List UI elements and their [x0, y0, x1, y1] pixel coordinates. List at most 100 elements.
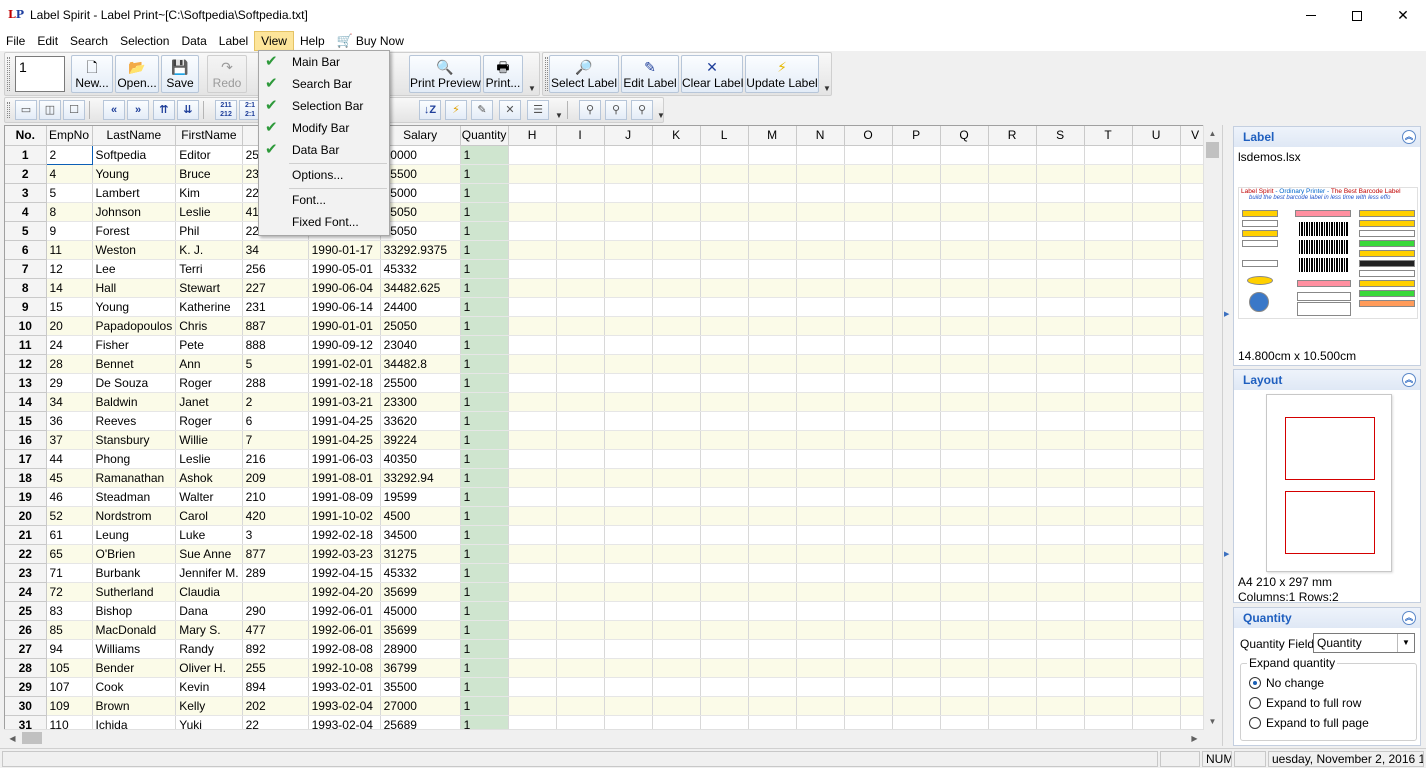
- table-cell[interactable]: [748, 696, 797, 716]
- column-header[interactable]: L: [700, 126, 749, 146]
- menu-buy-now[interactable]: 🛒 Buy Now: [331, 31, 410, 51]
- table-cell[interactable]: [508, 297, 557, 317]
- table-cell[interactable]: [556, 506, 605, 526]
- table-cell[interactable]: [652, 392, 701, 412]
- table-cell[interactable]: 3: [242, 525, 309, 545]
- table-cell[interactable]: [1036, 601, 1085, 621]
- column-header[interactable]: H: [508, 126, 557, 146]
- table-cell[interactable]: [1132, 316, 1181, 336]
- table-cell[interactable]: Willie: [175, 430, 243, 450]
- table-cell[interactable]: Steadman: [92, 487, 177, 507]
- table-cell[interactable]: 2: [242, 392, 309, 412]
- table-cell[interactable]: Walter: [175, 487, 243, 507]
- column-header[interactable]: O: [844, 126, 893, 146]
- table-cell[interactable]: [844, 449, 893, 469]
- table-cell[interactable]: 1991-04-25: [308, 411, 381, 431]
- table-cell[interactable]: Ann: [175, 354, 243, 374]
- table-cell[interactable]: 31275: [380, 544, 461, 564]
- maximize-button[interactable]: [1334, 0, 1380, 31]
- table-cell[interactable]: 25500: [380, 373, 461, 393]
- table-cell[interactable]: [700, 544, 749, 564]
- toolbar-grip[interactable]: [7, 102, 10, 118]
- table-cell[interactable]: [604, 259, 653, 279]
- quantity-cell[interactable]: 1: [460, 240, 509, 260]
- table-cell[interactable]: 1991-03-21: [308, 392, 381, 412]
- table-cell[interactable]: [1132, 525, 1181, 545]
- table-cell[interactable]: [508, 715, 557, 729]
- table-cell[interactable]: Katherine: [175, 297, 243, 317]
- toolbar-overflow-icon[interactable]: ▼: [555, 111, 563, 120]
- table-cell[interactable]: 45000: [380, 601, 461, 621]
- table-cell[interactable]: 1991-08-09: [308, 487, 381, 507]
- row-number-cell[interactable]: 3: [5, 183, 47, 203]
- table-cell[interactable]: K. J.: [175, 240, 243, 260]
- table-cell[interactable]: [700, 601, 749, 621]
- table-cell[interactable]: [700, 240, 749, 260]
- table-cell[interactable]: [1084, 544, 1133, 564]
- table-row[interactable]: 29 107 Cook Kevin 894 1993-02-01 35500 1: [5, 677, 1211, 697]
- table-cell[interactable]: [1084, 373, 1133, 393]
- table-cell[interactable]: Forest: [92, 221, 177, 241]
- row-number-cell[interactable]: 12: [5, 354, 47, 374]
- table-cell[interactable]: 45332: [380, 259, 461, 279]
- table-row[interactable]: 25 83 Bishop Dana 290 1992-06-01 45000 1: [5, 601, 1211, 621]
- table-cell[interactable]: Reeves: [92, 411, 177, 431]
- filter-icon[interactable]: ⚡: [445, 100, 467, 120]
- table-cell[interactable]: [700, 658, 749, 678]
- table-cell[interactable]: [508, 563, 557, 583]
- table-cell[interactable]: 1991-04-25: [308, 430, 381, 450]
- table-cell[interactable]: [844, 620, 893, 640]
- menu-help[interactable]: Help: [294, 31, 331, 51]
- table-cell[interactable]: [892, 354, 941, 374]
- quantity-cell[interactable]: 1: [460, 278, 509, 298]
- view-menu-selection-bar[interactable]: ✔ Selection Bar: [261, 95, 387, 117]
- table-cell[interactable]: [988, 582, 1037, 602]
- table-cell[interactable]: [748, 430, 797, 450]
- column-header[interactable]: U: [1132, 126, 1181, 146]
- table-cell[interactable]: 1991-08-01: [308, 468, 381, 488]
- table-cell[interactable]: [508, 164, 557, 184]
- table-cell[interactable]: [652, 506, 701, 526]
- quantity-cell[interactable]: 1: [460, 715, 509, 729]
- table-cell[interactable]: [508, 506, 557, 526]
- row-number-cell[interactable]: 8: [5, 278, 47, 298]
- first-record-icon[interactable]: «: [103, 100, 125, 120]
- table-cell[interactable]: [604, 487, 653, 507]
- table-cell[interactable]: [892, 335, 941, 355]
- menu-file[interactable]: File: [0, 31, 31, 51]
- table-cell[interactable]: [508, 430, 557, 450]
- layout-single-icon[interactable]: ▭: [15, 100, 37, 120]
- column-header[interactable]: FirstName: [175, 126, 243, 146]
- table-cell[interactable]: [652, 544, 701, 564]
- table-cell[interactable]: [700, 677, 749, 697]
- table-cell[interactable]: [508, 240, 557, 260]
- quantity-cell[interactable]: 1: [460, 620, 509, 640]
- table-cell[interactable]: Sue Anne: [175, 544, 243, 564]
- table-cell[interactable]: [604, 544, 653, 564]
- table-cell[interactable]: [940, 145, 989, 165]
- table-cell[interactable]: 52: [46, 506, 93, 526]
- table-cell[interactable]: [940, 468, 989, 488]
- table-cell[interactable]: [556, 164, 605, 184]
- table-cell[interactable]: 256: [242, 259, 309, 279]
- quantity-cell[interactable]: 1: [460, 563, 509, 583]
- table-cell[interactable]: [652, 430, 701, 450]
- table-cell[interactable]: 12: [46, 259, 93, 279]
- quantity-cell[interactable]: 1: [460, 164, 509, 184]
- table-cell[interactable]: [796, 221, 845, 241]
- row-number-cell[interactable]: 11: [5, 335, 47, 355]
- table-cell[interactable]: 1991-10-02: [308, 506, 381, 526]
- table-cell[interactable]: 1991-02-18: [308, 373, 381, 393]
- row-number-cell[interactable]: 9: [5, 297, 47, 317]
- table-cell[interactable]: 1992-03-23: [308, 544, 381, 564]
- table-cell[interactable]: 4: [46, 164, 93, 184]
- table-cell[interactable]: [988, 240, 1037, 260]
- table-cell[interactable]: 22: [242, 715, 309, 729]
- table-cell[interactable]: [1036, 240, 1085, 260]
- table-cell[interactable]: [1132, 715, 1181, 729]
- table-cell[interactable]: [988, 202, 1037, 222]
- table-cell[interactable]: 27000: [380, 696, 461, 716]
- table-cell[interactable]: [796, 563, 845, 583]
- table-cell[interactable]: [892, 240, 941, 260]
- view-menu-font[interactable]: Font...: [261, 189, 387, 211]
